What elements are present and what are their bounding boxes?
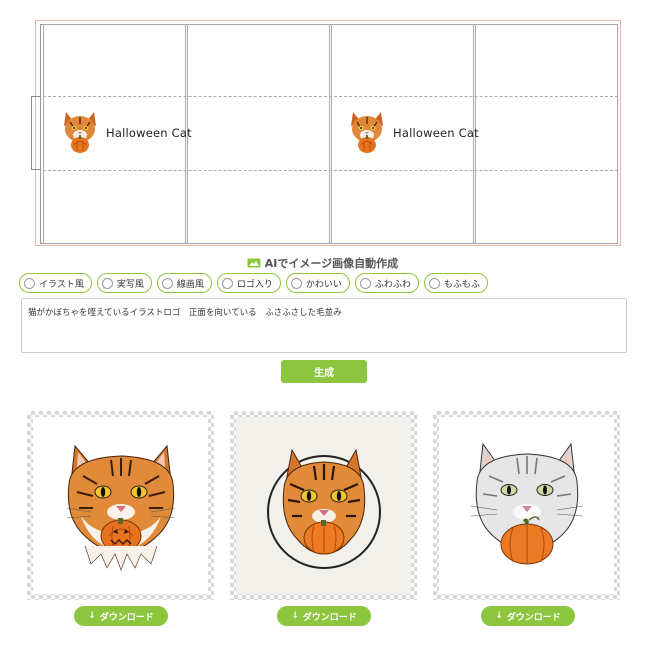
label-cell[interactable]	[187, 24, 330, 244]
chip-label: もふもふ	[443, 279, 480, 290]
cat-logo-icon	[351, 112, 383, 153]
chip-label: イラスト風	[39, 279, 84, 290]
tabby-cat-pumpkin-circle-image	[266, 448, 381, 569]
radio-icon[interactable]	[428, 277, 440, 289]
download-label: ダウンロード	[99, 612, 154, 623]
tabby-cat-pumpkin-image	[66, 444, 175, 571]
row-guide	[43, 170, 618, 171]
download-icon: ↓	[291, 611, 299, 621]
radio-icon[interactable]	[24, 277, 35, 289]
chip-label: かわいい	[305, 279, 342, 290]
download-icon: ↓	[88, 611, 96, 621]
radio-icon[interactable]	[290, 277, 302, 289]
style-chip-with-logo[interactable]: ロゴ入り	[216, 273, 281, 293]
radio-icon[interactable]	[359, 277, 371, 289]
label-stamp[interactable]: Halloween Cat	[347, 108, 479, 158]
radio-icon[interactable]	[221, 277, 233, 289]
label-text: Halloween Cat	[393, 126, 479, 140]
style-chip-furry[interactable]: もふもふ	[423, 273, 488, 293]
result-image[interactable]	[230, 411, 417, 600]
download-button[interactable]: ↓ ダウンロード	[277, 606, 371, 626]
ai-section-heading: AIでイメージ画像自動作成	[0, 255, 645, 271]
label-stamp[interactable]: Halloween Cat	[60, 108, 192, 158]
download-icon: ↓	[495, 611, 503, 621]
download-label: ダウンロード	[302, 612, 357, 623]
image-icon	[247, 258, 261, 268]
style-options: イラスト風 実写風 線画風 ロゴ入り かわいい ふわふわ もふもふ	[19, 273, 488, 293]
chip-label: 実写風	[116, 279, 144, 290]
style-chip-fluffy[interactable]: ふわふわ	[354, 273, 419, 293]
style-chip-photo[interactable]: 実写風	[96, 273, 152, 293]
download-button[interactable]: ↓ ダウンロード	[481, 606, 575, 626]
style-chip-line-art[interactable]: 線画風	[156, 273, 212, 293]
selection-bracket	[31, 96, 41, 170]
download-label: ダウンロード	[506, 612, 561, 623]
chip-label: 線画風	[176, 279, 204, 290]
generate-button[interactable]: 生成	[281, 360, 367, 383]
row-guide	[43, 96, 618, 97]
result-image[interactable]	[27, 411, 214, 600]
label-text: Halloween Cat	[106, 126, 192, 140]
chip-label: ロゴ入り	[236, 279, 273, 290]
silver-cat-pumpkin-image	[470, 442, 583, 564]
prompt-textarea[interactable]: 猫がかぼちゃを咥えているイラストロゴ 正面を向いている ふさふさした毛並み	[21, 298, 627, 353]
cat-logo-icon	[64, 112, 96, 153]
ai-heading-text: AIでイメージ画像自動作成	[264, 257, 399, 270]
chip-label: ふわふわ	[374, 279, 411, 290]
radio-icon[interactable]	[101, 277, 113, 289]
style-chip-illustration[interactable]: イラスト風	[19, 273, 92, 293]
download-button[interactable]: ↓ ダウンロード	[74, 606, 168, 626]
style-chip-cute[interactable]: かわいい	[285, 273, 350, 293]
radio-icon[interactable]	[161, 277, 173, 289]
label-cell[interactable]	[475, 24, 618, 244]
result-image[interactable]	[433, 411, 620, 600]
